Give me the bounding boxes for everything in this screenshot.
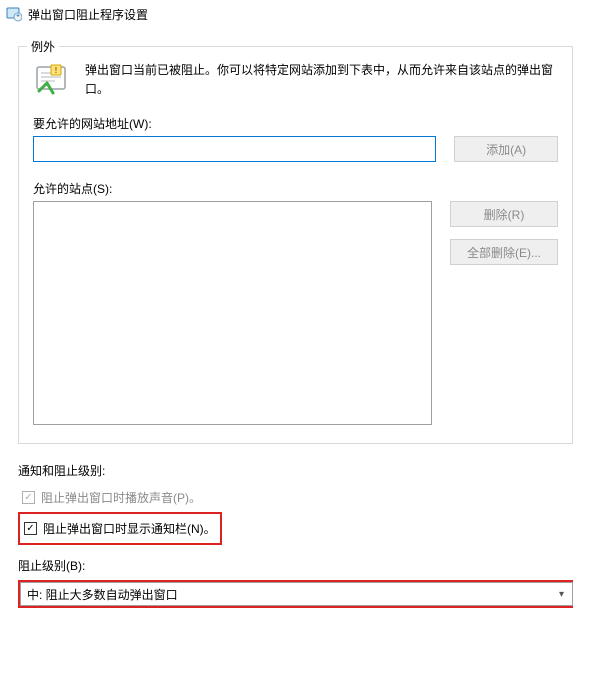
- block-level-highlight: 中: 阻止大多数自动弹出窗口 ▾: [18, 580, 573, 608]
- allow-address-input[interactable]: [33, 136, 436, 162]
- play-sound-checkbox-row[interactable]: ✓ 阻止弹出窗口时播放声音(P)。: [18, 487, 573, 508]
- play-sound-label: 阻止弹出窗口时播放声音(P)。: [41, 489, 201, 506]
- block-level-label: 阻止级别(B):: [18, 557, 573, 574]
- info-icon: !: [33, 61, 73, 101]
- block-level-selected: 中: 阻止大多数自动弹出窗口: [27, 586, 178, 603]
- add-button[interactable]: 添加(A): [454, 136, 558, 162]
- exceptions-legend: 例外: [27, 38, 59, 55]
- notify-title: 通知和阻止级别:: [18, 462, 573, 479]
- allow-address-label: 要允许的网站地址(W):: [33, 115, 558, 132]
- allowed-sites-listbox[interactable]: [33, 201, 432, 425]
- checkbox-icon: ✓: [24, 522, 37, 535]
- show-bar-label: 阻止弹出窗口时显示通知栏(N)。: [43, 520, 216, 537]
- show-bar-checkbox-row[interactable]: ✓ 阻止弹出窗口时显示通知栏(N)。: [20, 518, 220, 539]
- popup-settings-icon: [6, 6, 22, 22]
- remove-all-button[interactable]: 全部删除(E)...: [450, 239, 558, 265]
- remove-button[interactable]: 删除(R): [450, 201, 558, 227]
- notify-section: 通知和阻止级别: ✓ 阻止弹出窗口时播放声音(P)。 ✓ 阻止弹出窗口时显示通知…: [0, 462, 591, 608]
- exceptions-group: 例外 ! 弹出窗口当前已被阻止。你可以将特定网站添加到下表中，从而允许来自该站点…: [18, 46, 573, 444]
- chevron-down-icon: ▾: [557, 589, 566, 600]
- titlebar: 弹出窗口阻止程序设置: [0, 0, 591, 28]
- info-text: 弹出窗口当前已被阻止。你可以将特定网站添加到下表中，从而允许来自该站点的弹出窗口…: [85, 61, 558, 99]
- show-bar-highlight: ✓ 阻止弹出窗口时显示通知栏(N)。: [18, 512, 222, 545]
- svg-text:!: !: [55, 66, 58, 75]
- window-title: 弹出窗口阻止程序设置: [28, 6, 148, 23]
- checkbox-icon: ✓: [22, 491, 35, 504]
- allowed-sites-label: 允许的站点(S):: [33, 180, 558, 197]
- block-level-combobox[interactable]: 中: 阻止大多数自动弹出窗口 ▾: [20, 582, 573, 606]
